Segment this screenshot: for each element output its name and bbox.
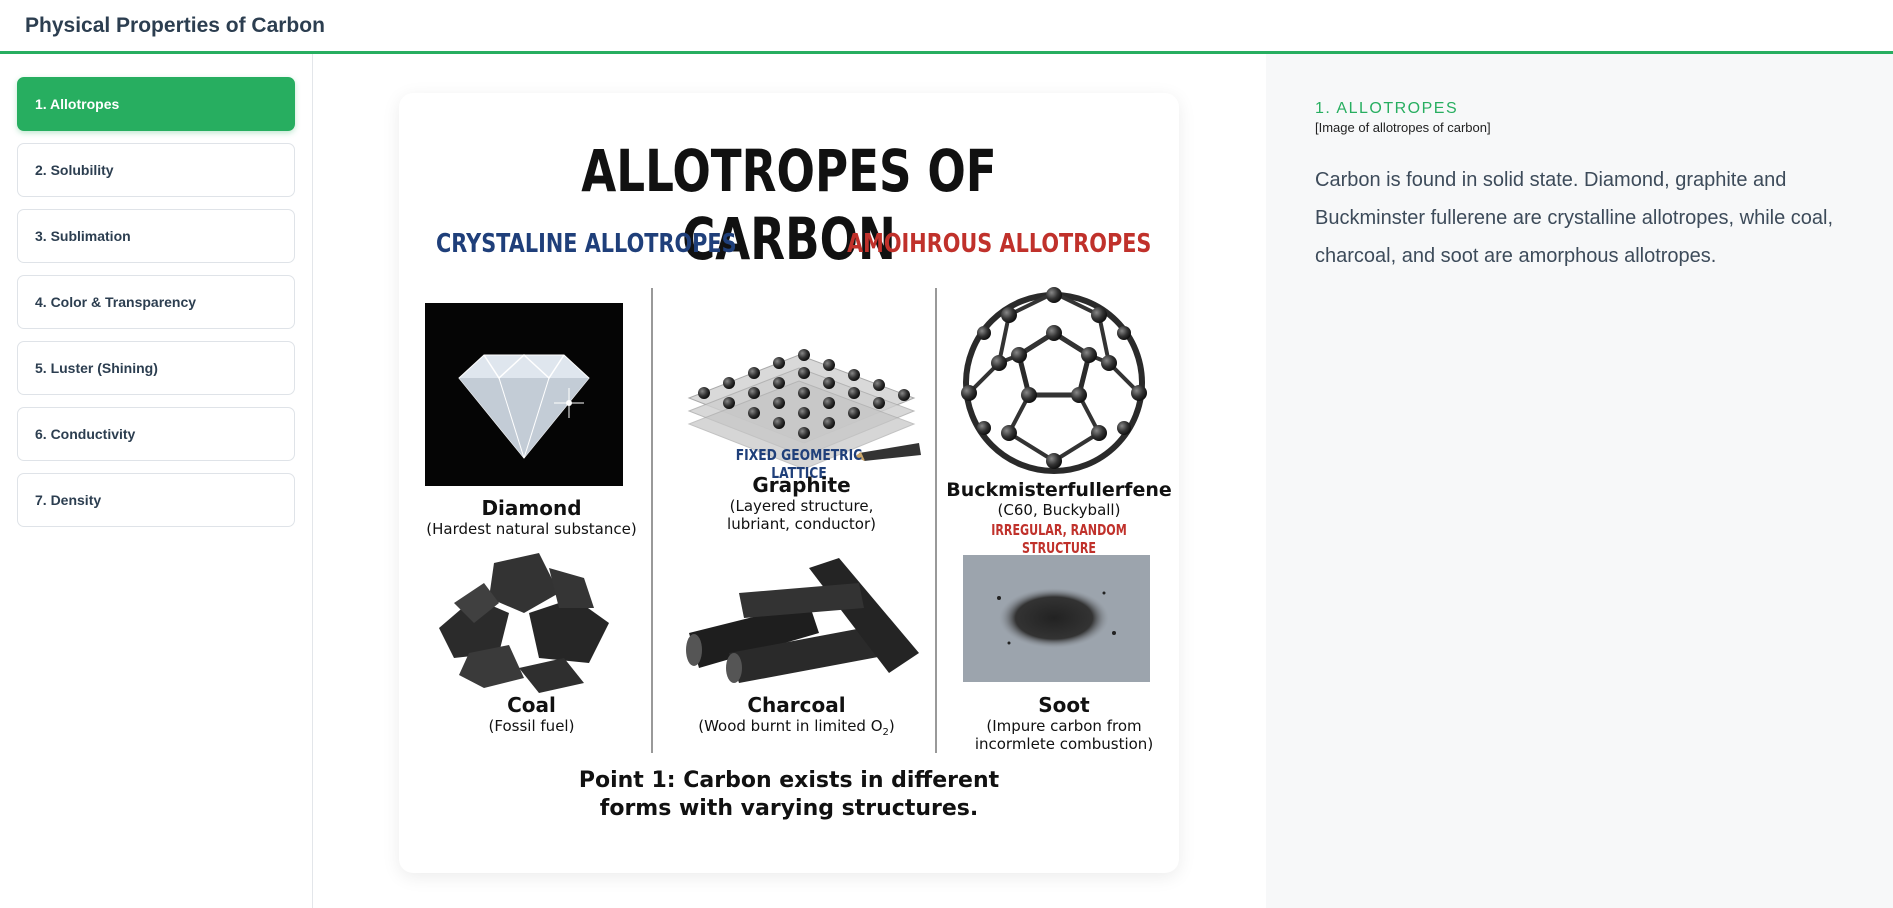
buckyball-label: Buckmisterfullerfene (C60, Buckyball) [944,479,1174,519]
nav-item-conductivity[interactable]: 6. Conductivity [17,407,295,461]
app-title: Physical Properties of Carbon [25,13,325,37]
infographic-card: ALLOTROPES OF CARBON CRYSTALINE ALLOTROP… [399,93,1179,873]
diamond-name: Diamond [481,496,582,520]
point-line1: Point 1: Carbon exists in different [578,768,1000,793]
nav-item-sublimation[interactable]: 3. Sublimation [17,209,295,263]
amorphous-heading: AMOIHROUS ALLOTROPES [846,229,1151,259]
graphite-desc-line1: (Layered structure, [729,497,874,515]
main-content: ALLOTROPES OF CARBON CRYSTALINE ALLOTROP… [313,54,1266,908]
section-label: 1. ALLOTROPES [1315,100,1459,117]
coal-desc: (Fossil fuel) [488,717,575,735]
app-header: Physical Properties of Carbon [0,0,1893,54]
soot-desc-line1: (Impure carbon from [986,717,1142,735]
soot-desc-line2: incormlete combustion) [974,735,1154,753]
graphite-label: Graphite (Layered structure, lubriant, c… [679,473,924,533]
soot-name: Soot [1038,693,1090,717]
charcoal-image [686,558,919,683]
nav-item-luster[interactable]: 5. Luster (Shining) [17,341,295,395]
nav-item-allotropes[interactable]: 1. Allotropes [17,77,295,131]
graphite-name: Graphite [752,473,851,497]
diamond-image [425,303,623,486]
image-caption: [Image of allotropes of carbon] [1315,120,1491,135]
coal-image [439,553,609,693]
nav-item-solubility[interactable]: 2. Solubility [17,143,295,197]
soot-label: Soot (Impure carbon from incormlete comb… [949,693,1179,753]
charcoal-desc-text: (Wood burnt in limited O [698,717,883,735]
coal-label: Coal (Fossil fuel) [419,693,644,735]
buckyball-name: Buckmisterfullerfene [946,479,1172,501]
charcoal-name: Charcoal [747,693,846,717]
coal-name: Coal [507,693,556,717]
buckyball-image [961,287,1147,474]
graphite-desc-line2: lubriant, conductor) [727,515,876,533]
nav-item-density[interactable]: 7. Density [17,473,295,527]
detail-panel: 1. ALLOTROPES [Image of allotropes of ca… [1266,54,1893,908]
nav-item-color-transparency[interactable]: 4. Color & Transparency [17,275,295,329]
point-caption: Point 1: Carbon exists in different form… [399,767,1179,823]
soot-image [963,555,1150,682]
charcoal-desc: (Wood burnt in limited O2) [664,717,929,742]
buckyball-desc: (C60, Buckyball) [997,501,1121,519]
charcoal-desc-end: ) [888,717,895,735]
point-line2: forms with varying structures. [599,796,979,821]
sidebar: 1. Allotropes 2. Solubility 3. Sublimati… [0,54,313,908]
charcoal-label: Charcoal (Wood burnt in limited O2) [664,693,929,742]
crystalline-heading: CRYSTALINE ALLOTROPES [436,229,737,259]
diamond-desc: (Hardest natural substance) [426,520,637,538]
diamond-label: Diamond (Hardest natural substance) [419,496,644,538]
section-body: Carbon is found in solid state. Diamond,… [1315,169,1834,267]
irregular-tag: IRREGULAR, RANDOM STRUCTURE [991,521,1127,557]
